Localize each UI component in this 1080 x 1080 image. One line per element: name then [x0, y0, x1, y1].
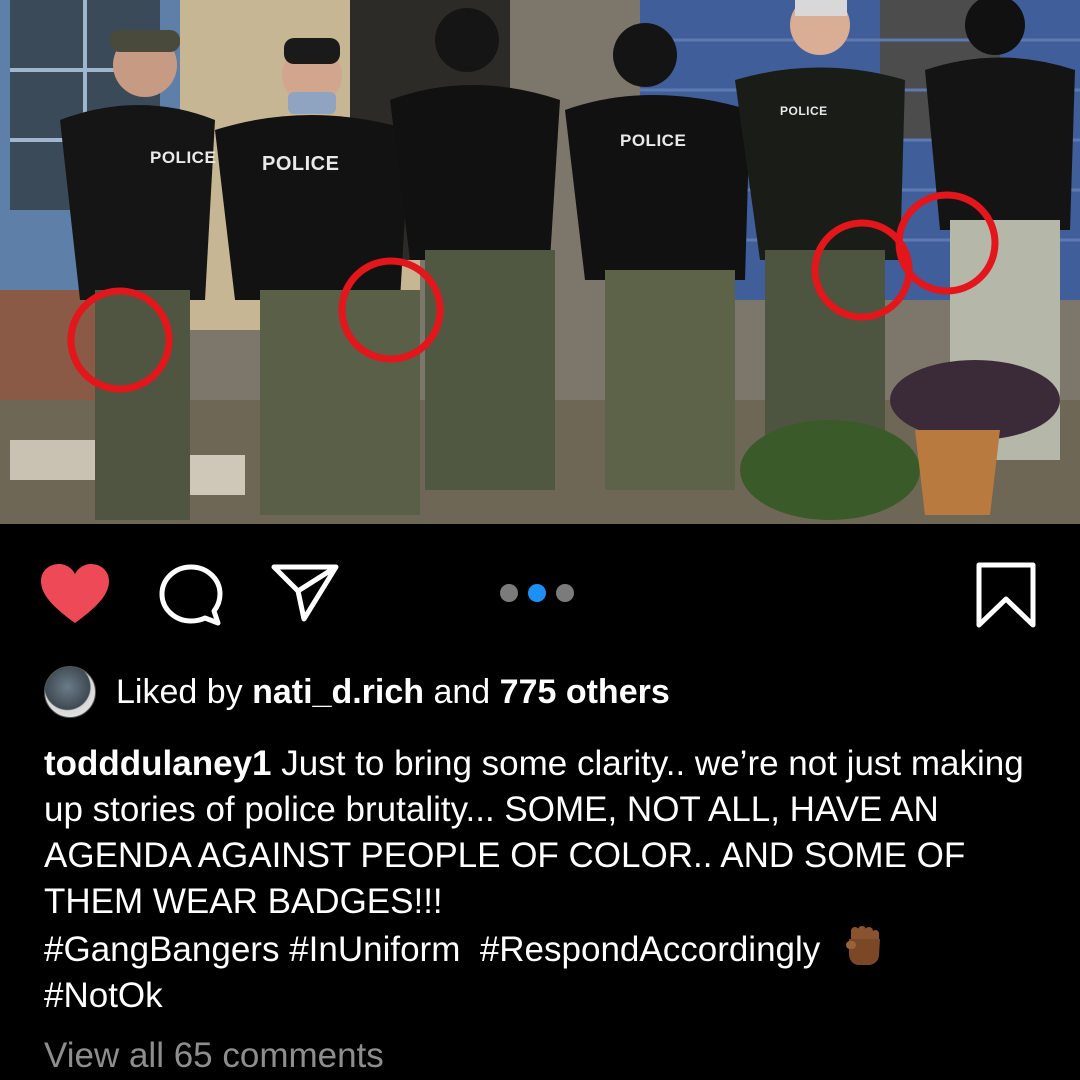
liker-avatar[interactable] — [44, 666, 96, 718]
likes-and: and — [433, 672, 491, 711]
hashtag[interactable]: #GangBangers — [44, 930, 279, 969]
likes-prefix: Liked by — [116, 672, 243, 711]
vest-label-1: POLICE — [150, 148, 217, 167]
likes-text: Liked by nati_d.rich and 775 others — [116, 673, 670, 712]
bookmark-icon[interactable] — [975, 561, 1037, 629]
post-caption: todddulaney1 Just to bring some clarity.… — [44, 741, 1044, 1019]
post-image[interactable]: POLICE POLICE POLICE POLICE — [0, 0, 1080, 524]
vest-label-2: POLICE — [262, 153, 340, 175]
likes-count[interactable]: 775 others — [500, 673, 670, 711]
view-all-comments-link[interactable]: View all 65 comments — [44, 1036, 384, 1076]
vest-label-5: POLICE — [780, 104, 828, 118]
liker-username[interactable]: nati_d.rich — [252, 673, 424, 711]
vest-label-4: POLICE — [620, 131, 687, 150]
comment-icon[interactable] — [158, 563, 224, 627]
carousel-indicator — [500, 584, 574, 602]
carousel-dot — [500, 584, 518, 602]
carousel-dot-active — [528, 584, 546, 602]
likes-summary[interactable]: Liked by nati_d.rich and 775 others — [44, 664, 670, 720]
hashtag[interactable]: #NotOk — [44, 976, 163, 1015]
post-image-illustration — [0, 0, 1080, 524]
send-icon[interactable] — [270, 563, 340, 623]
carousel-dot — [556, 584, 574, 602]
caption-username[interactable]: todddulaney1 — [44, 744, 272, 783]
heart-filled-icon[interactable] — [40, 563, 110, 625]
hashtag[interactable]: #InUniform — [289, 930, 460, 969]
raised-fist-icon — [846, 926, 881, 965]
hashtag[interactable]: #RespondAccordingly — [480, 930, 820, 969]
